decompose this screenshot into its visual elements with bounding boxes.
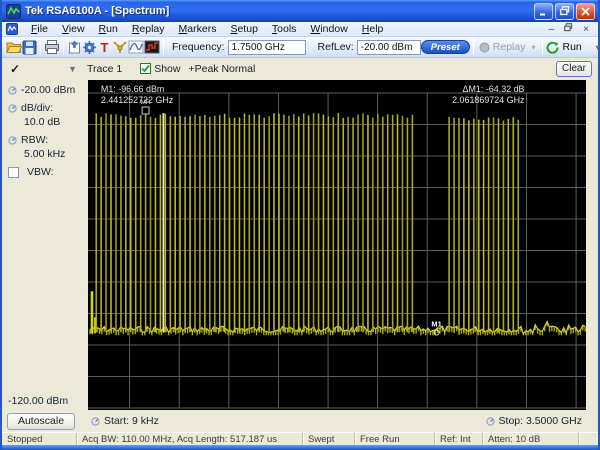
settings-panel: -20.00 dBm dB/div: 10.0 dB RBW: 5.00 kHz… [2,79,88,410]
toolbar-separator [542,39,544,55]
frequency-input[interactable] [227,39,306,55]
main-area: -20.00 dBm dB/div: 10.0 dB RBW: 5.00 kHz… [2,79,598,410]
menu-bar: File View Run Replay Markers Setup Tools… [2,22,598,37]
menu-view[interactable]: View [55,23,92,35]
svg-text:ΔM1: -64.32 dB: ΔM1: -64.32 dB [463,84,525,94]
presets-icon[interactable] [67,38,82,56]
menu-run[interactable]: Run [92,23,125,35]
preset-button[interactable]: Preset [420,40,470,54]
toolbar-separator [163,39,164,55]
run-dropdown-icon[interactable]: ▾ [592,43,600,52]
menu-replay[interactable]: Replay [125,23,172,35]
trigger-icon[interactable]: T [97,38,112,56]
spectrum-chart[interactable]: MRM1M1: -96.66 dBm2.441252722 GHzΔM1: -6… [88,80,586,410]
settings-gear-icon[interactable] [82,38,97,56]
stop-frequency-field[interactable]: Stop: 3.5000 GHz [499,415,582,427]
mdi-restore-icon[interactable] [559,22,578,36]
replay-dropdown-icon[interactable]: ▾ [527,43,539,52]
show-label: Show [154,62,181,75]
replay-icon [479,42,490,52]
clear-button[interactable]: Clear [556,60,592,77]
detection-mode-label: +Peak Normal [188,62,256,75]
run-button[interactable]: Run [546,41,582,54]
svg-text:M1: -96.66 dBm: M1: -96.66 dBm [101,84,164,94]
menu-file[interactable]: File [24,23,55,35]
knob-icon[interactable] [8,85,17,95]
status-acquisition: Acq BW: 110.00 MHz, Acq Length: 517.187 … [77,433,303,445]
show-checkbox[interactable] [140,63,152,74]
svg-text:2.441252722 GHz: 2.441252722 GHz [101,95,174,105]
autoscale-button[interactable]: Autoscale [7,412,75,430]
menu-setup[interactable]: Setup [223,23,264,35]
knob-icon[interactable] [8,103,17,113]
svg-text:M1: M1 [431,319,441,328]
run-icon [547,41,559,54]
menu-help[interactable]: Help [355,23,391,35]
status-run-state: Stopped [2,433,77,445]
svg-text:2.061869724 GHz: 2.061869724 GHz [452,95,525,105]
spectrum-plot-area[interactable]: MR M1 M1: -96.66 dBm 2.441252722 GHz ΔM1: -6… [88,79,598,410]
trace-selector[interactable]: Trace 1 [87,63,122,75]
panel-check-icon: ✓ [10,61,21,76]
status-bar: Stopped Acq BW: 110.00 MHz, Acq Length: … [2,432,598,445]
title-bar: Tek RSA6100A - [Spectrum] [2,0,598,22]
vbw-checkbox[interactable] [8,166,19,178]
print-icon[interactable] [44,38,60,56]
ref-level-value[interactable]: -20.00 dBm [21,84,75,96]
toolbar-separator [472,39,474,55]
save-icon[interactable] [22,38,37,56]
menu-window[interactable]: Window [303,23,354,35]
status-reference: Ref: Int [435,433,483,445]
svg-text:T: T [101,40,109,55]
mdi-minimize-icon[interactable]: – [544,23,560,36]
toolbar-separator [63,39,64,55]
window-title: Tek RSA6100A - [Spectrum] [25,5,170,17]
toolbar-separator [40,39,41,55]
trace-chevron-icon[interactable]: ▼ [68,64,77,74]
menu-markers[interactable]: Markers [172,23,224,35]
reflev-input[interactable] [356,39,421,55]
status-empty [579,433,600,445]
knob-icon[interactable] [485,416,495,426]
frequency-label: Frequency: [172,41,225,53]
db-div-label: dB/div: [21,102,54,114]
restore-button[interactable] [555,2,574,20]
minimize-button[interactable] [534,2,553,20]
mdi-close-icon[interactable]: × [578,23,594,36]
spectrum-document-icon[interactable] [6,23,18,35]
close-button[interactable] [576,2,595,20]
displays-icon[interactable] [144,38,160,56]
knob-icon[interactable] [8,135,17,145]
window-bottom-edge [2,445,598,450]
status-attenuation: Atten: 10 dB [483,433,579,445]
status-sweep-mode: Swept [303,433,355,445]
replay-button[interactable]: Replay [479,41,525,53]
start-frequency-field[interactable]: Start: 9 kHz [104,415,159,427]
app-logo-icon [6,3,21,19]
menu-tools[interactable]: Tools [265,23,304,35]
acquire-waveform-icon[interactable] [128,38,144,56]
db-div-value[interactable]: 10.0 dB [24,116,60,128]
rbw-label: RBW: [21,134,49,146]
knob-icon[interactable] [91,416,100,426]
toolbar: T Frequency: RefLev: Preset Replay ▾ Run… [2,37,600,58]
app-window: Tek RSA6100A - [Spectrum] File View Run … [0,0,600,450]
reflev-label: RefLev: [317,41,354,53]
bottom-level-label: -120.00 dBm [8,395,69,407]
rbw-value[interactable]: 5.00 kHz [24,148,65,160]
vbw-label: VBW: [27,166,54,178]
status-trigger-mode: Free Run [355,433,435,445]
markers-icon[interactable] [112,38,128,56]
open-icon[interactable] [6,38,22,56]
trace-settings-bar: ✓ ▼ Trace 1 Show +Peak Normal Clear [2,58,598,79]
bottom-bar: Autoscale Start: 9 kHz Stop: 3.5000 GHz [2,410,598,432]
